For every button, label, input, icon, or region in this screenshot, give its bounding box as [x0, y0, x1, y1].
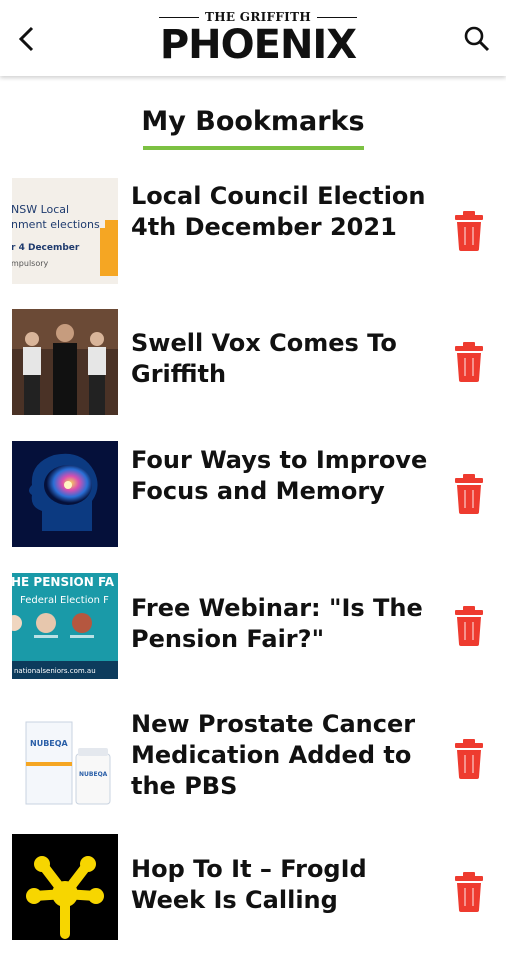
trash-icon: [455, 606, 483, 646]
trash-icon: [455, 211, 483, 251]
svg-text:HE PENSION FA: HE PENSION FA: [12, 575, 115, 589]
bookmark-title[interactable]: Free Webinar: "Is The Pension Fair?": [131, 593, 431, 655]
bookmark-item[interactable]: Four Ways to Improve Focus and Memory: [0, 434, 506, 566]
bookmark-title[interactable]: New Prostate Cancer Medication Added to …: [131, 709, 431, 802]
election-thumbnail-image: NSW Local nment elections r 4 December m…: [12, 178, 118, 284]
article-thumbnail[interactable]: NUBEQA NUBEQA: [12, 706, 118, 812]
choir-photo-image: [12, 309, 118, 415]
svg-text:NUBEQA: NUBEQA: [79, 771, 108, 778]
bookmark-item[interactable]: Hop To It – FrogId Week Is Calling: [0, 830, 506, 962]
delete-bookmark-button[interactable]: [453, 739, 485, 779]
logo-main-text: PHOENIX: [159, 22, 357, 68]
bookmark-item[interactable]: NUBEQA NUBEQA New Prostate Cancer Medica…: [0, 698, 506, 830]
trash-icon: [455, 739, 483, 779]
bookmark-title[interactable]: Swell Vox Comes To Griffith: [131, 328, 431, 390]
bookmark-title[interactable]: Hop To It – FrogId Week Is Calling: [131, 854, 431, 916]
svg-text:Federal Election F: Federal Election F: [20, 595, 109, 606]
article-thumbnail[interactable]: HE PENSION FA Federal Election F nationa…: [12, 573, 118, 679]
trash-icon: [455, 872, 483, 912]
trash-icon: [455, 342, 483, 382]
delete-bookmark-button[interactable]: [453, 211, 485, 251]
bookmark-item[interactable]: NSW Local nment elections r 4 December m…: [0, 170, 506, 302]
svg-text:NSW Local: NSW Local: [12, 203, 69, 216]
svg-text:nationalseniors.com.au: nationalseniors.com.au: [14, 667, 96, 675]
chevron-left-icon: [18, 26, 34, 52]
delete-bookmark-button[interactable]: [453, 342, 485, 382]
title-underline: [143, 146, 364, 150]
pension-webinar-image: HE PENSION FA Federal Election F nationa…: [12, 573, 118, 679]
site-logo[interactable]: THE GRIFFITH PHOENIX: [148, 10, 368, 70]
frog-logo-image: [12, 834, 118, 940]
svg-text:nment elections: nment elections: [12, 218, 100, 231]
bookmark-item[interactable]: HE PENSION FA Federal Election F nationa…: [0, 566, 506, 698]
article-thumbnail[interactable]: NSW Local nment elections r 4 December m…: [12, 178, 118, 284]
delete-bookmark-button[interactable]: [453, 872, 485, 912]
search-icon: [464, 26, 490, 52]
delete-bookmark-button[interactable]: [453, 474, 485, 514]
delete-bookmark-button[interactable]: [453, 606, 485, 646]
bookmark-title[interactable]: Four Ways to Improve Focus and Memory: [131, 445, 431, 507]
app-header: THE GRIFFITH PHOENIX: [0, 0, 506, 76]
page-title: My Bookmarks: [141, 106, 365, 137]
article-thumbnail[interactable]: [12, 309, 118, 415]
svg-text:NUBEQA: NUBEQA: [30, 739, 69, 748]
article-thumbnail[interactable]: [12, 441, 118, 547]
svg-text:r 4 December: r 4 December: [12, 243, 80, 253]
bookmark-item[interactable]: Swell Vox Comes To Griffith: [0, 302, 506, 434]
svg-text:mpulsory: mpulsory: [12, 259, 49, 268]
bookmark-title[interactable]: Local Council Election 4th December 2021: [131, 181, 431, 243]
trash-icon: [455, 474, 483, 514]
back-button[interactable]: [10, 22, 44, 56]
article-thumbnail[interactable]: [12, 834, 118, 940]
brain-illustration-image: [12, 441, 118, 547]
search-button[interactable]: [462, 24, 492, 54]
medication-box-image: NUBEQA NUBEQA: [12, 706, 118, 812]
